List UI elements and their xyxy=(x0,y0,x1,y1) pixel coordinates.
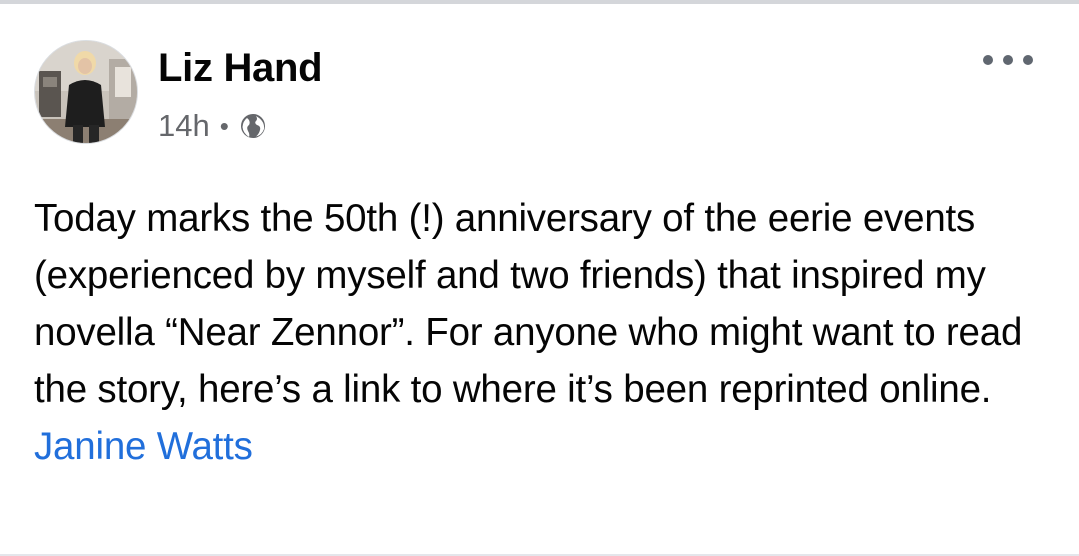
author-avatar[interactable] xyxy=(34,40,138,144)
more-options-button[interactable] xyxy=(983,48,1033,72)
more-dot-icon xyxy=(1023,55,1033,65)
post-text: Today marks the 50th (!) anniversary of … xyxy=(34,190,1044,475)
more-dot-icon xyxy=(1003,55,1013,65)
meta-separator: • xyxy=(219,110,229,141)
post-body-text: Today marks the 50th (!) anniversary of … xyxy=(34,197,1023,411)
post-meta: 14h • xyxy=(158,106,267,146)
globe-icon[interactable] xyxy=(239,112,267,140)
mention-link[interactable]: Janine Watts xyxy=(34,425,253,468)
post-timestamp[interactable]: 14h xyxy=(158,108,210,144)
avatar-photo-icon xyxy=(35,41,137,143)
more-dot-icon xyxy=(983,55,993,65)
author-name[interactable]: Liz Hand xyxy=(158,44,323,92)
post-card: Liz Hand 14h • Today marks the 50th (!) … xyxy=(0,0,1079,556)
post-header: Liz Hand 14h • xyxy=(34,36,1045,146)
